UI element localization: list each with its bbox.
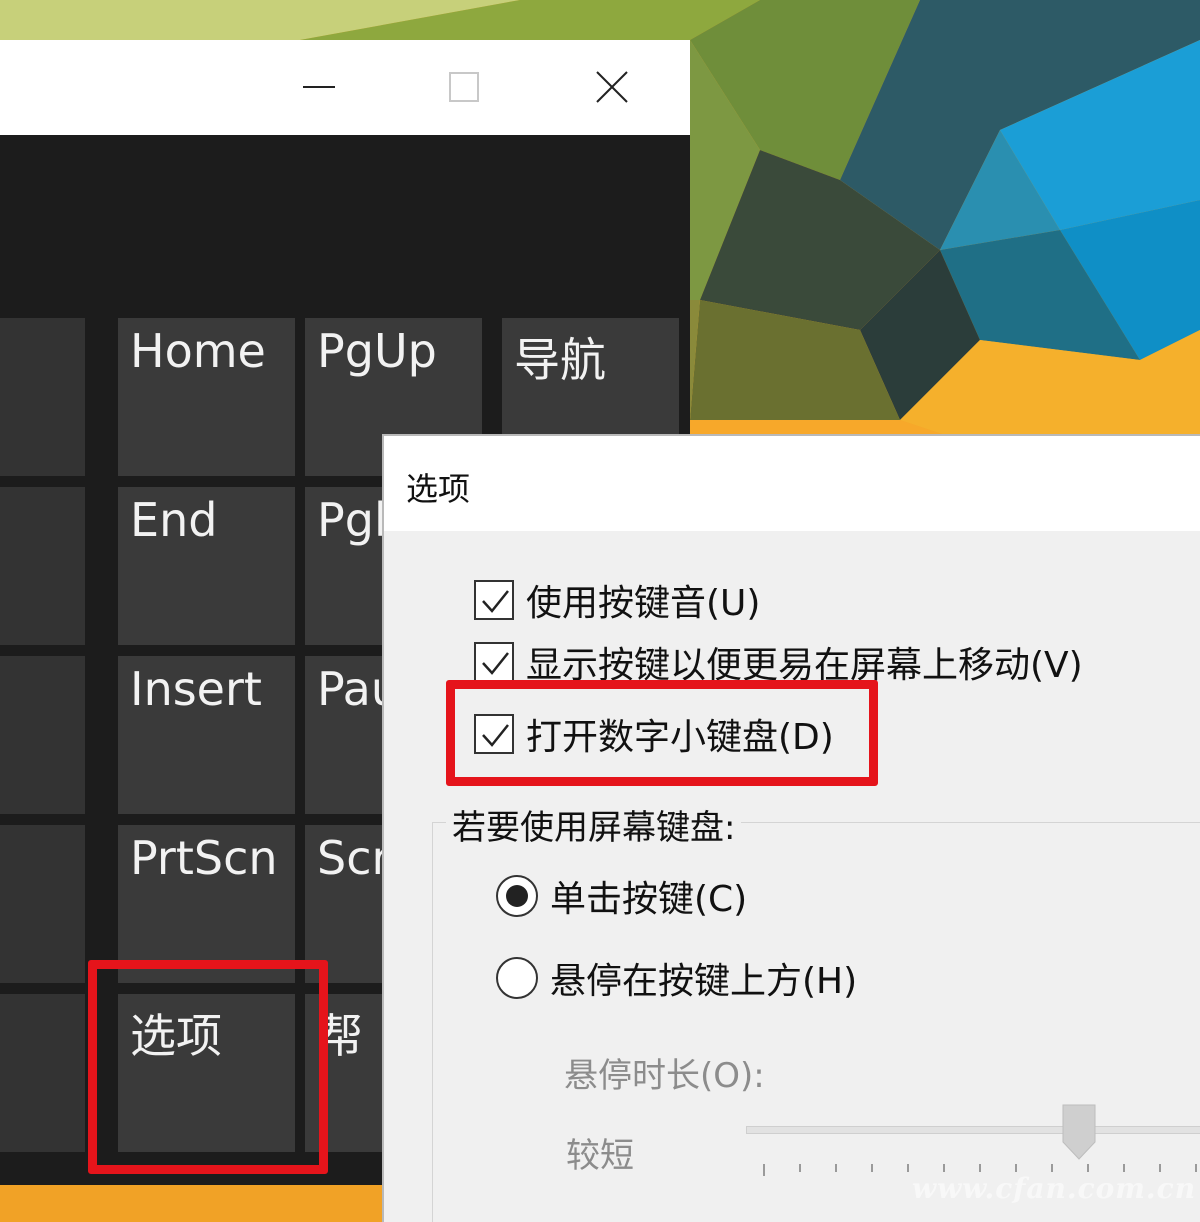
close-icon (596, 71, 628, 103)
osk-title-bar (0, 40, 690, 135)
hover-duration-slider[interactable] (746, 1126, 1200, 1134)
key-left-edge-3[interactable] (0, 656, 85, 814)
maximize-button[interactable] (428, 62, 498, 112)
numeric-keypad-highlight (446, 680, 878, 786)
checkbox-box[interactable] (474, 580, 514, 620)
checkbox-box[interactable] (474, 642, 514, 682)
radio-click-keys[interactable]: 单击按键(C) (496, 872, 747, 920)
maximize-icon (449, 72, 479, 102)
radio-hover-keys[interactable]: 悬停在按键上方(H) (496, 954, 857, 1002)
key-left-edge-1[interactable] (0, 318, 85, 476)
dialog-title-bar: 选项 (384, 436, 1200, 531)
key-left-edge-2[interactable] (0, 487, 85, 645)
checkmark-icon (482, 652, 509, 675)
radio-label: 悬停在按键上方(H) (550, 961, 858, 1002)
key-end[interactable]: End (118, 487, 295, 645)
options-dialog: 选项 使用按键音(U) 显示按键以便更易在屏幕上移动(V) 打开数字小键盘(D)… (382, 434, 1200, 1222)
minimize-button[interactable] (283, 62, 353, 112)
key-home[interactable]: Home (118, 318, 295, 476)
slider-min-label: 较短 (566, 1136, 634, 1176)
dialog-title: 选项 (406, 470, 471, 508)
group-label: 若要使用屏幕键盘: (446, 800, 742, 849)
checkmark-icon (482, 590, 509, 613)
minimize-icon (303, 86, 335, 88)
radio-label: 单击按键(C) (550, 879, 748, 920)
options-key-highlight (88, 960, 328, 1174)
slider-thumb[interactable] (1062, 1104, 1096, 1160)
close-button[interactable] (577, 62, 647, 112)
checkbox-label: 使用按键音(U) (526, 583, 761, 624)
checkbox-key-sound[interactable]: 使用按键音(U) (474, 576, 760, 624)
radio-selected-dot (506, 885, 528, 907)
key-left-edge-4[interactable] (0, 825, 85, 983)
radio-button[interactable] (496, 875, 538, 917)
radio-button[interactable] (496, 957, 538, 999)
key-insert[interactable]: Insert (118, 656, 295, 814)
key-left-edge-5[interactable] (0, 994, 85, 1152)
checkbox-show-keys-move[interactable]: 显示按键以便更易在屏幕上移动(V) (474, 638, 1083, 686)
hover-duration-label: 悬停时长(O): (564, 1056, 765, 1096)
watermark: www.cfan.com.cn (912, 1172, 1197, 1205)
